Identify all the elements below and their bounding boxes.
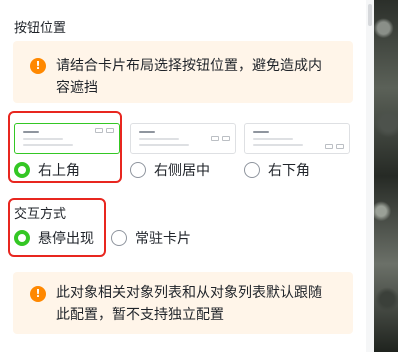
radio-bottom-right[interactable]: 右下角	[244, 160, 310, 180]
radio-circle[interactable]	[130, 162, 146, 178]
notice-line-2: 容遮挡	[56, 80, 98, 96]
bottom-notice: ! 此对象相关对象列表和从对象列表默认跟随 此配置，暂不支持独立配置	[13, 272, 353, 334]
radio-circle[interactable]	[111, 230, 127, 246]
radio-label-right-center: 右侧居中	[154, 163, 210, 179]
bottom-notice-line-2: 此配置，暂不支持独立配置	[56, 307, 224, 323]
layout-preview-right-center[interactable]	[130, 123, 236, 154]
warning-circle-icon: !	[30, 286, 46, 302]
button-position-title: 按钮位置	[14, 21, 67, 36]
scrollbar-track[interactable]	[366, 0, 374, 352]
highlight-box-position	[8, 111, 122, 183]
radio-always-visible[interactable]: 常驻卡片	[111, 228, 191, 248]
scrollbar-thumb[interactable]	[368, 4, 372, 26]
radio-circle[interactable]	[244, 162, 260, 178]
button-position-notice: ! 请结合卡片布局选择按钮位置，避免造成内 容遮挡	[13, 41, 353, 103]
radio-label-always-visible: 常驻卡片	[135, 231, 191, 247]
bottom-notice-line-1: 此对象相关对象列表和从对象列表默认跟随	[56, 285, 322, 301]
background-photo	[374, 0, 398, 352]
notice-line-1: 请结合卡片布局选择按钮位置，避免造成内	[56, 58, 322, 74]
radio-label-bottom-right: 右下角	[268, 163, 310, 179]
layout-preview-bottom-right[interactable]	[244, 123, 350, 154]
settings-panel: 按钮位置 ! 请结合卡片布局选择按钮位置，避免造成内 容遮挡 右上角 右侧居中	[0, 0, 368, 352]
highlight-box-interaction	[8, 198, 106, 257]
warning-circle-icon: !	[30, 58, 46, 74]
radio-right-center[interactable]: 右侧居中	[130, 160, 210, 180]
